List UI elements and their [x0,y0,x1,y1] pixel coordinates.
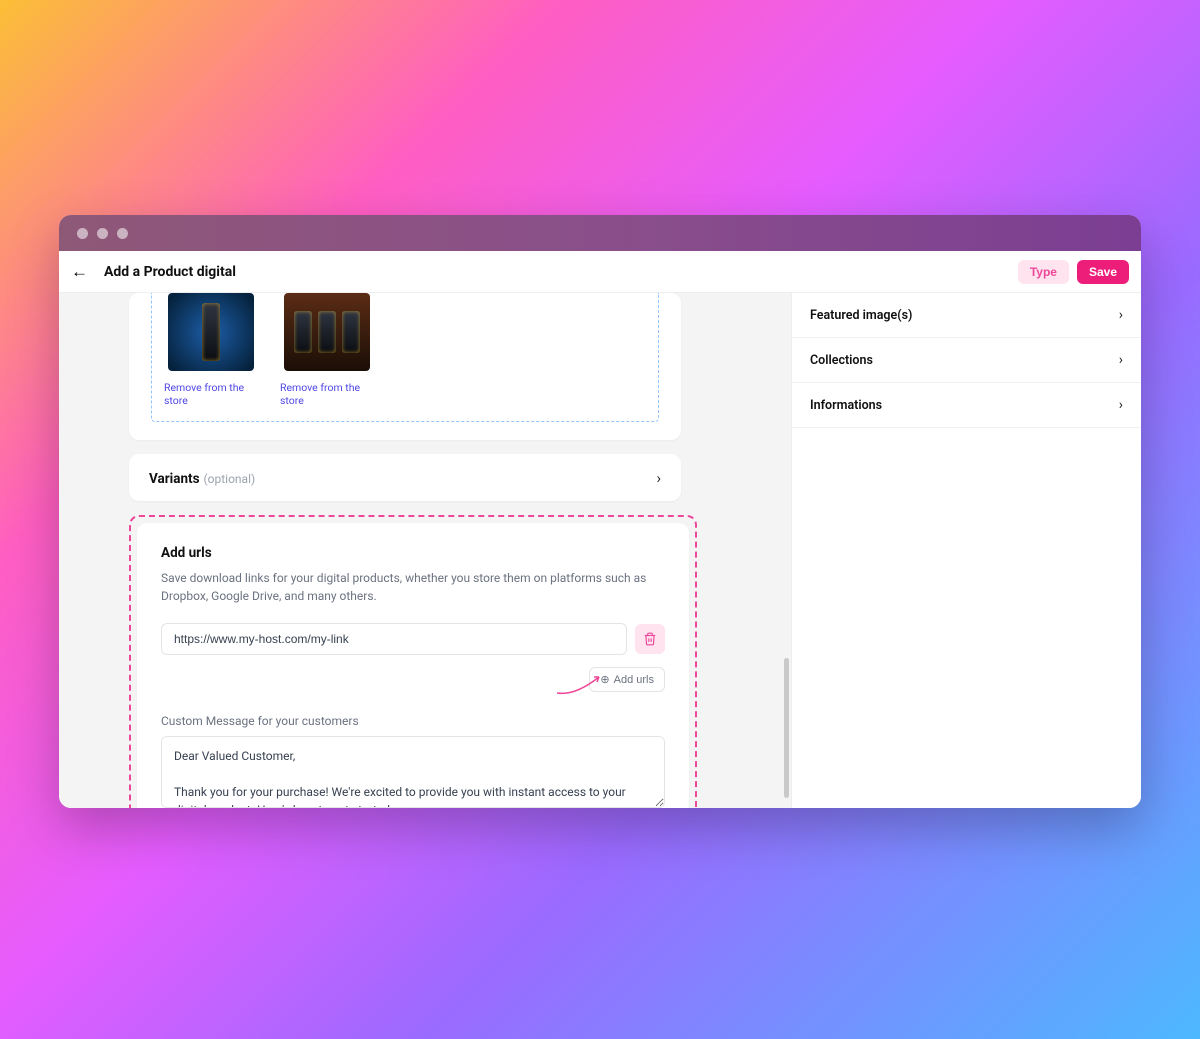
url-input[interactable] [161,623,627,655]
page-title: Add a Product digital [104,264,236,280]
topbar: ← Add a Product digital Type Save [59,251,1141,293]
back-arrow-icon[interactable]: ← [71,262,88,282]
sidebar-item-collections[interactable]: Collections › [792,338,1141,383]
chevron-right-icon: › [1119,397,1123,413]
url-row [161,623,665,655]
chevron-right-icon: › [1119,307,1123,323]
main-content: Remove from the store Remove from the st… [59,293,1141,808]
add-urls-row: ⊕ Add urls [161,667,665,692]
sidebar-item-featured-images[interactable]: Featured image(s) › [792,293,1141,338]
scrollbar-thumb[interactable] [784,658,789,798]
sidebar-item-informations[interactable]: Informations › [792,383,1141,428]
media-item: Remove from the store [164,293,258,407]
media-dropzone[interactable]: Remove from the store Remove from the st… [151,293,659,422]
topbar-left: ← Add a Product digital [71,262,236,282]
variants-optional-tag: (optional) [204,472,256,486]
custom-message-label: Custom Message for your customers [161,714,665,728]
add-urls-button-label: Add urls [614,674,654,686]
right-sidebar: Featured image(s) › Collections › Inform… [791,293,1141,808]
chevron-right-icon: › [1119,352,1123,368]
sidebar-item-label: Featured image(s) [810,308,912,323]
sidebar-item-label: Informations [810,398,882,413]
variants-title: Variants [149,471,200,487]
save-button[interactable]: Save [1077,260,1129,284]
delete-url-button[interactable] [635,624,665,654]
left-column: Remove from the store Remove from the st… [59,293,791,808]
add-urls-description: Save download links for your digital pro… [161,569,665,605]
callout-arrow-icon [555,671,605,696]
trash-icon [643,632,657,646]
highlight-box: Add urls Save download links for your di… [129,515,697,808]
window-maximize-dot[interactable] [117,228,128,239]
remove-image-link[interactable]: Remove from the store [164,381,258,407]
add-urls-card: Add urls Save download links for your di… [137,523,689,808]
variants-accordion[interactable]: Variants (optional) › [129,454,681,501]
window-minimize-dot[interactable] [97,228,108,239]
sidebar-item-label: Collections [810,353,873,368]
browser-window: ← Add a Product digital Type Save Remove… [59,215,1141,808]
chevron-right-icon: › [656,469,661,487]
custom-message-textarea[interactable] [161,736,665,808]
media-item: Remove from the store [280,293,374,407]
type-button[interactable]: Type [1018,260,1069,284]
window-close-dot[interactable] [77,228,88,239]
product-image-thumb[interactable] [168,293,254,371]
topbar-actions: Type Save [1018,260,1129,284]
product-image-thumb[interactable] [284,293,370,371]
media-card: Remove from the store Remove from the st… [129,293,681,440]
variants-title-wrap: Variants (optional) [149,468,255,487]
remove-image-link[interactable]: Remove from the store [280,381,374,407]
window-titlebar [59,215,1141,251]
add-urls-title: Add urls [161,545,665,561]
